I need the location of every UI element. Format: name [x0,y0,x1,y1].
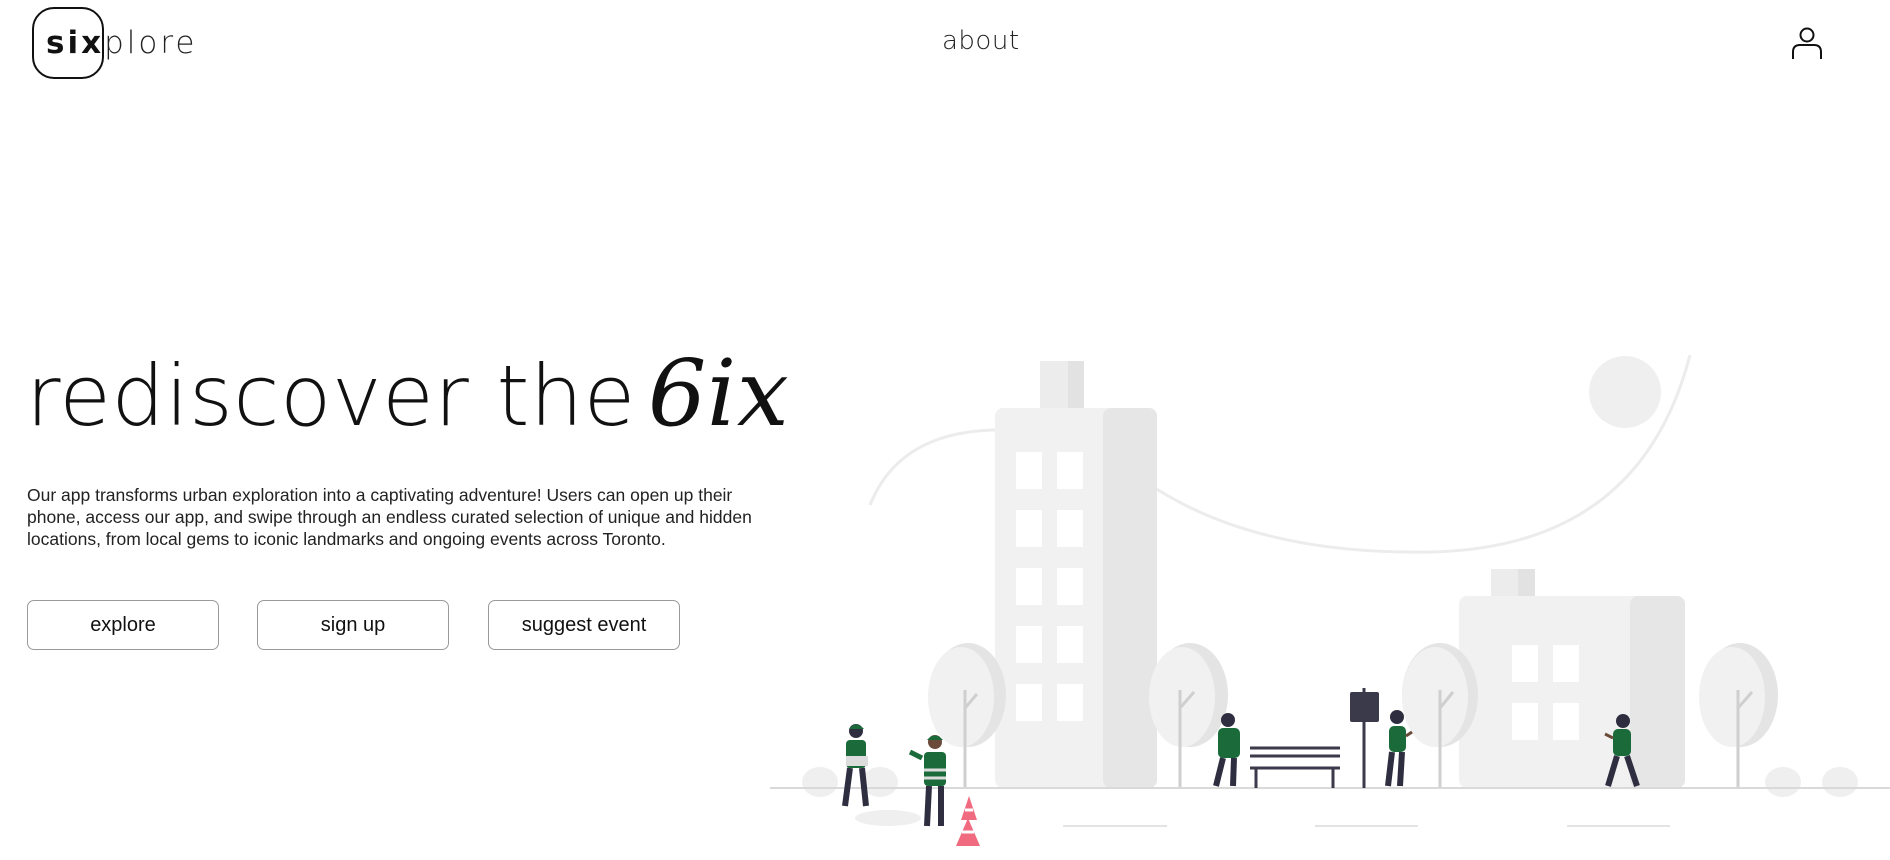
hero-title-text: rediscover the [26,347,636,445]
user-icon[interactable] [1790,26,1824,60]
signpost [1350,688,1379,788]
top-navigation: six plore about [0,0,1890,90]
trees [802,643,1858,797]
short-building [1459,569,1685,788]
explore-button[interactable]: explore [27,600,219,650]
worker-with-vest [908,735,946,827]
traffic-cones [956,796,980,846]
logo-text-bold: six [46,25,105,61]
hero-description: Our app transforms urban exploration int… [27,485,752,549]
city-park-illustration [770,354,1890,846]
sign-up-button[interactable]: sign up [257,600,449,650]
nav-link-about[interactable]: about [942,26,1020,56]
park-bench [1250,746,1340,788]
logo-text-light: plore [104,25,198,61]
worker-with-map [842,724,869,807]
hero-title: rediscover the 6ix [26,340,789,447]
sky-decoration [868,354,1692,554]
suggest-event-button[interactable]: suggest event [488,600,680,650]
tall-building [995,361,1157,788]
sixplore-logo[interactable]: six plore [32,7,197,79]
